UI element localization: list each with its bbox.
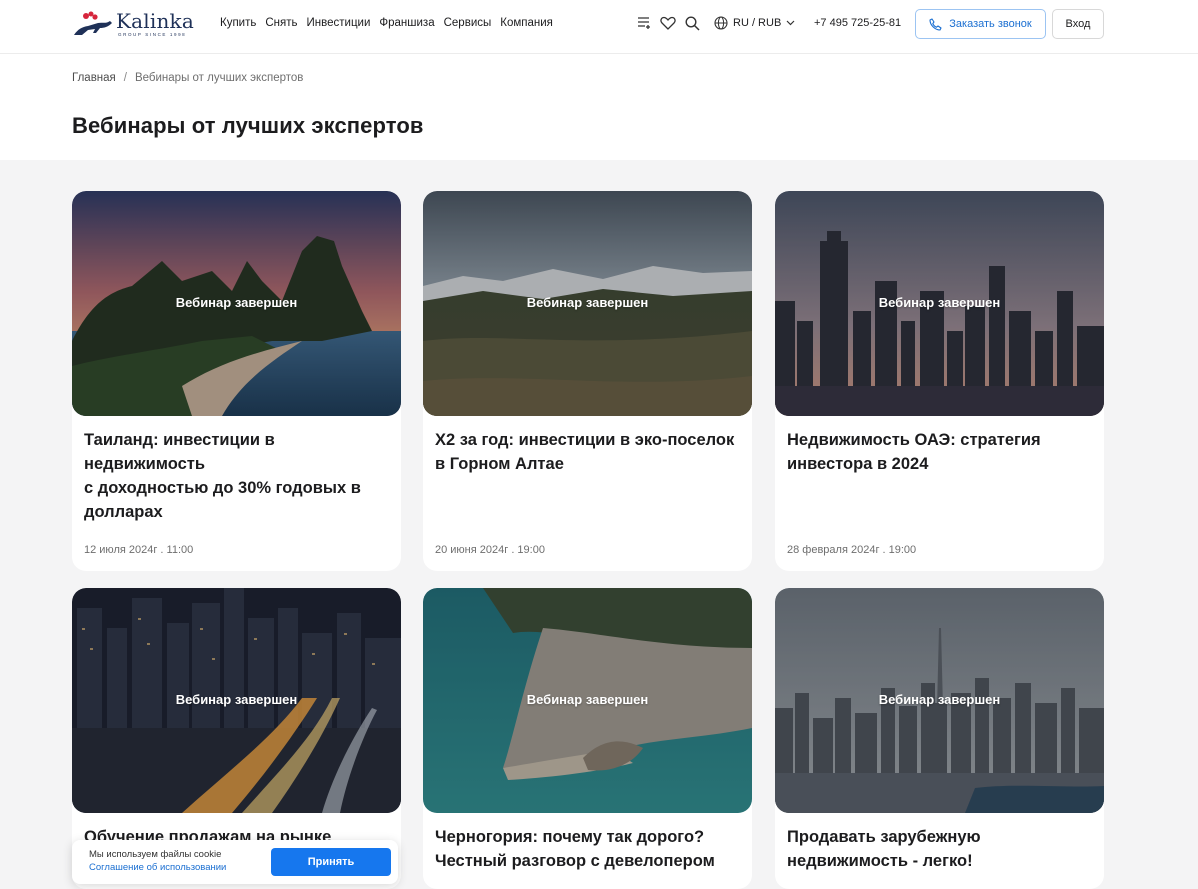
webinar-title[interactable]: Недвижимость ОАЭ: стратегия инвестора в … [787,428,1092,476]
heart-icon[interactable] [660,15,676,31]
horse-icon [74,11,112,35]
webinar-date: 28 февраля 2024г . 19:00 [787,544,917,556]
nav-item-franchise[interactable]: Франшиза [379,17,434,29]
webinar-title[interactable]: Черногория: почему так дорого? Честный р… [435,825,740,873]
list-icon[interactable] [636,15,652,31]
cookie-agreement-link[interactable]: Соглашение об использовании [89,862,226,873]
logo-tagline: GROUP SINCE 1998 [118,32,187,37]
breadcrumb: Главная / Вебинары от лучших экспертов [72,72,303,84]
breadcrumb-separator: / [123,72,127,84]
card-image-dubai-dusk: Вебинар завершен [775,191,1104,416]
nav-item-services[interactable]: Сервисы [444,17,492,29]
nav-item-company[interactable]: Компания [500,17,553,29]
webinar-title[interactable]: Продавать зарубежную недвижимость - легк… [787,825,1092,873]
nav-item-rent[interactable]: Снять [265,17,297,29]
webinar-status: Вебинар завершен [175,692,298,707]
webinar-card[interactable]: Вебинар завершен Черногория: почему так … [423,588,752,889]
webinar-status: Вебинар завершен [878,692,1001,707]
card-image-night-city: Вебинар завершен [72,588,401,813]
card-image-altai: Вебинар завершен [423,191,752,416]
header-icons [636,15,700,31]
phone-icon [929,17,942,31]
webinar-title[interactable]: Таиланд: инвестиции в недвижимость с дох… [84,428,389,524]
card-image-montenegro: Вебинар завершен [423,588,752,813]
cookie-banner: Мы используем файлы cookie Соглашение об… [72,840,398,884]
accept-cookies-button[interactable]: Принять [271,848,391,876]
language-currency-selector[interactable]: RU / RUB [714,16,795,30]
webinar-card[interactable]: Вебинар завершен Х2 за год: инвестиции в… [423,191,752,571]
webinar-date: 12 июля 2024г . 11:00 [84,544,194,556]
nav-item-investments[interactable]: Инвестиции [307,17,371,29]
search-icon[interactable] [684,15,700,31]
webinar-card[interactable]: Вебинар завершен Недвижимость ОАЭ: страт… [775,191,1104,571]
webinar-status: Вебинар завершен [526,692,649,707]
webinar-card[interactable]: Вебинар завершен Таиланд: инвестиции в н… [72,191,401,571]
globe-icon [714,16,728,30]
breadcrumb-current: Вебинары от лучших экспертов [134,72,304,84]
phone-number[interactable]: +7 495 725-25-81 [814,17,901,29]
webinar-date: 20 июня 2024г . 19:00 [435,544,545,556]
cookie-text: Мы используем файлы cookie [89,849,222,860]
logo-wordmark: Kalinka [116,9,194,33]
request-call-label: Заказать звонок [949,18,1032,30]
kalinka-logo[interactable]: Kalinka GROUP SINCE 1998 [72,9,194,41]
page-hero: Главная / Вебинары от лучших экспертов В… [0,54,1198,160]
main-nav: Купить Снять Инвестиции Франшиза Сервисы… [220,17,553,29]
login-button[interactable]: Вход [1052,9,1104,39]
webinar-card[interactable]: Вебинар завершен Продавать зарубежную не… [775,588,1104,889]
card-image-dubai-day: Вебинар завершен [775,588,1104,813]
webinar-status: Вебинар завершен [878,295,1001,310]
webinar-title[interactable]: Х2 за год: инвестиции в эко-поселок в Го… [435,428,740,476]
webinar-status: Вебинар завершен [175,295,298,310]
nav-item-buy[interactable]: Купить [220,17,256,29]
webinar-status: Вебинар завершен [526,295,649,310]
card-image-thailand: Вебинар завершен [72,191,401,416]
page-title: Вебинары от лучших экспертов [72,113,424,138]
chevron-down-icon [786,20,795,26]
lang-label: RU / RUB [733,17,782,29]
site-header: Kalinka GROUP SINCE 1998 Купить Снять Ин… [0,0,1198,54]
request-call-button[interactable]: Заказать звонок [915,9,1046,39]
breadcrumb-home[interactable]: Главная [72,72,116,84]
